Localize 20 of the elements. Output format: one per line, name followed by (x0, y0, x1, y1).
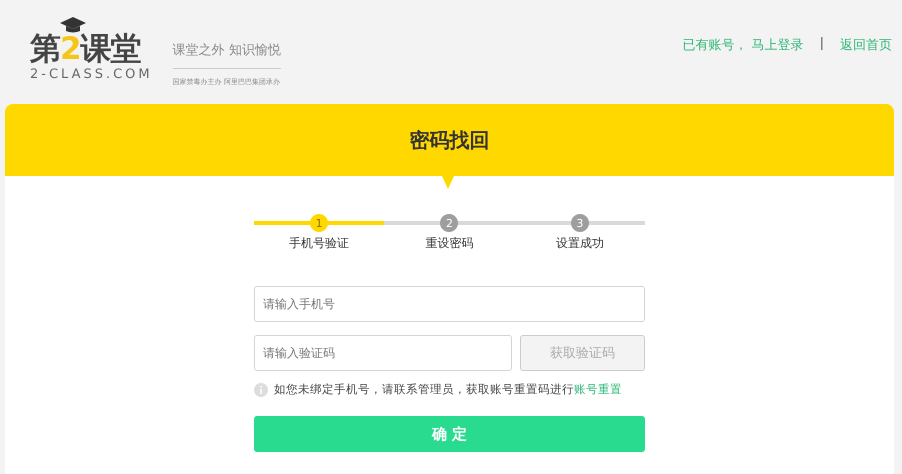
home-link[interactable]: 返回首页 (840, 36, 892, 54)
separator: | (820, 36, 824, 53)
step-label: 手机号验证 (289, 235, 350, 252)
step-number: 3 (570, 214, 589, 232)
phone-field[interactable]: 请输入手机号 (254, 286, 645, 322)
notice-text: 如您未绑定手机号，请联系管理员，获取账号重置码进行账号重置 (274, 382, 622, 397)
step-number: 2 (440, 214, 458, 232)
logo-name: 第2课堂 (30, 34, 142, 65)
logo-domain: 2-CLASS.COM (30, 67, 153, 82)
login-link[interactable]: 已有账号， 马上登录 (682, 36, 804, 54)
page-title: 密码找回 (410, 126, 490, 154)
account-reset-link[interactable]: 账号重置 (574, 382, 622, 396)
confirm-button[interactable]: 确 定 (254, 416, 645, 452)
step-label: 重设密码 (425, 235, 474, 252)
info-icon (254, 382, 268, 396)
code-field[interactable]: 请输入验证码 (254, 335, 512, 371)
graduation-cap-icon (60, 17, 86, 33)
step-number: 1 (310, 214, 328, 232)
slogan: 课堂之外 知识愉悦 (172, 41, 281, 69)
step-label: 设置成功 (556, 235, 604, 252)
